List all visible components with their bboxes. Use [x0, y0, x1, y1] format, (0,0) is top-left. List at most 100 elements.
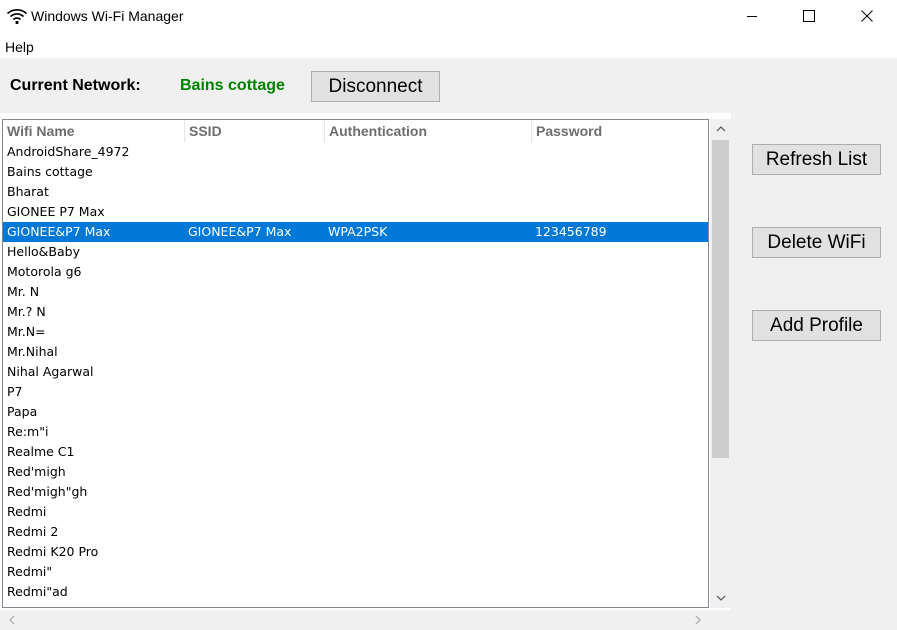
cell-ssid	[184, 162, 328, 182]
cell-wifi-name: Papa	[7, 404, 38, 419]
cell-authentication	[324, 522, 535, 542]
horizontal-scrollbar[interactable]	[0, 610, 710, 630]
column-header-authentication[interactable]: Authentication	[324, 120, 531, 142]
cell-ssid	[184, 442, 328, 462]
cell-password	[531, 402, 708, 422]
cell-wifi-name: Redmi 2	[7, 524, 59, 539]
cell-wifi-name: GIONEE P7 Max	[7, 204, 105, 219]
cell-password: 123456789	[535, 224, 607, 239]
table-row[interactable]: Mr.N=	[3, 322, 708, 342]
cell-authentication	[324, 462, 535, 482]
column-header-ssid[interactable]: SSID	[184, 120, 324, 142]
scroll-right-button[interactable]	[688, 610, 708, 630]
add-profile-button[interactable]: Add Profile	[752, 310, 881, 341]
scroll-left-button[interactable]	[2, 610, 22, 630]
cell-ssid: GIONEE&P7 Max	[188, 224, 292, 239]
current-network-label: Current Network:	[10, 77, 141, 94]
cell-authentication	[324, 182, 535, 202]
menu-bar: Help	[0, 36, 897, 58]
list-rows: AndroidShare_4972 Bains cottage Bharat GION…	[3, 142, 708, 602]
cell-ssid	[184, 522, 328, 542]
title-bar[interactable]: Windows Wi-Fi Manager	[0, 0, 897, 34]
cell-wifi-name: Mr.N=	[7, 324, 46, 339]
wifi-list[interactable]: Wifi Name SSID Authentication Password A…	[2, 119, 709, 608]
scroll-up-button[interactable]	[710, 119, 731, 139]
cell-wifi-name: Redmi"	[7, 564, 53, 579]
cell-authentication	[324, 382, 535, 402]
cell-authentication	[324, 322, 535, 342]
table-row[interactable]: Redmi K20 Pro	[3, 542, 708, 562]
table-row[interactable]: Redmi"ad	[3, 582, 708, 602]
table-row[interactable]: Redmi"	[3, 562, 708, 582]
cell-wifi-name: P7	[7, 384, 23, 399]
table-row[interactable]: Hello&Baby	[3, 242, 708, 262]
table-row[interactable]: Mr.? N	[3, 302, 708, 322]
cell-authentication	[324, 162, 535, 182]
cell-ssid	[184, 282, 328, 302]
table-row[interactable]: GIONEE P7 Max	[3, 202, 708, 222]
cell-wifi-name: Realme C1	[7, 444, 75, 459]
cell-password	[531, 162, 708, 182]
table-row[interactable]: AndroidShare_4972	[3, 142, 708, 162]
cell-authentication	[324, 362, 535, 382]
network-panel: Current Network: Bains cottage Disconnec…	[0, 58, 897, 113]
cell-wifi-name: Red'migh	[7, 464, 66, 479]
current-network-value: Bains cottage	[180, 77, 285, 94]
cell-wifi-name: Mr.? N	[7, 304, 46, 319]
vertical-scrollbar[interactable]	[710, 119, 731, 608]
table-row[interactable]: Mr.Nihal	[3, 342, 708, 362]
table-row[interactable]: Red'migh"gh	[3, 482, 708, 502]
cell-password	[531, 562, 708, 582]
refresh-list-button[interactable]: Refresh List	[752, 144, 881, 175]
table-row[interactable]: Motorola g6	[3, 262, 708, 282]
cell-ssid	[184, 242, 328, 262]
chevron-up-icon	[716, 126, 725, 132]
cell-authentication	[324, 282, 535, 302]
cell-ssid	[184, 462, 328, 482]
close-button[interactable]	[838, 0, 896, 32]
vertical-scroll-thumb[interactable]	[712, 140, 729, 458]
minimize-button[interactable]	[723, 0, 781, 32]
cell-password	[531, 242, 708, 262]
chevron-down-icon	[716, 595, 725, 601]
cell-ssid	[184, 302, 328, 322]
cell-password	[531, 442, 708, 462]
cell-password	[531, 262, 708, 282]
table-row[interactable]: GIONEE&P7 Max GIONEE&P7 Max WPA2PSK 1234567…	[3, 222, 708, 242]
table-row[interactable]: Bharat	[3, 182, 708, 202]
cell-ssid	[184, 202, 328, 222]
action-panel	[731, 113, 897, 630]
table-row[interactable]: Red'migh	[3, 462, 708, 482]
scroll-down-button[interactable]	[710, 588, 731, 608]
column-header-wifi-name[interactable]: Wifi Name	[3, 120, 184, 142]
table-row[interactable]: Re:m"i	[3, 422, 708, 442]
cell-password	[531, 282, 708, 302]
table-row[interactable]: Redmi 2	[3, 522, 708, 542]
cell-authentication	[324, 482, 535, 502]
maximize-button[interactable]	[780, 0, 838, 32]
cell-wifi-name: Hello&Baby	[7, 244, 80, 259]
window-title: Windows Wi-Fi Manager	[31, 8, 184, 24]
table-row[interactable]: P7	[3, 382, 708, 402]
table-row[interactable]: Redmi	[3, 502, 708, 522]
column-header-password[interactable]: Password	[531, 120, 708, 142]
cell-password	[531, 362, 708, 382]
cell-password	[531, 582, 708, 602]
cell-password	[531, 302, 708, 322]
cell-ssid	[184, 582, 328, 602]
table-row[interactable]: Nihal Agarwal	[3, 362, 708, 382]
table-row[interactable]: Realme C1	[3, 442, 708, 462]
minimize-icon	[747, 16, 757, 17]
table-row[interactable]: Bains cottage	[3, 162, 708, 182]
cell-ssid	[184, 502, 328, 522]
delete-wifi-button[interactable]: Delete WiFi	[752, 227, 881, 258]
cell-authentication	[324, 262, 535, 282]
cell-wifi-name: GIONEE&P7 Max	[7, 224, 111, 239]
chevron-right-icon	[695, 615, 701, 625]
disconnect-button[interactable]: Disconnect	[311, 71, 440, 102]
table-row[interactable]: Mr. N	[3, 282, 708, 302]
cell-authentication	[324, 582, 535, 602]
table-row[interactable]: Papa	[3, 402, 708, 422]
cell-ssid	[184, 362, 328, 382]
menu-help[interactable]: Help	[5, 39, 34, 55]
